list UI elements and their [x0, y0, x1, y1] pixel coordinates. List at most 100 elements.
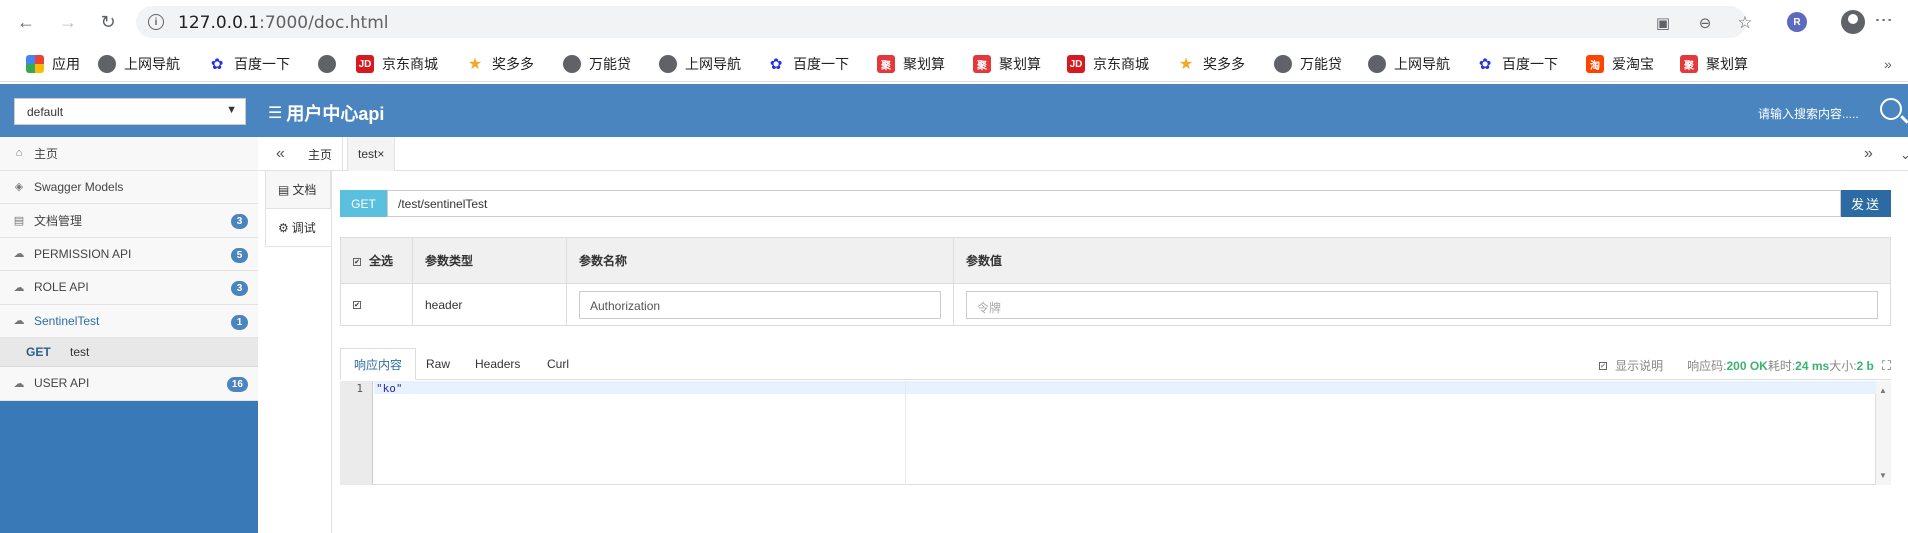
juhuasuan-icon: 聚	[877, 55, 895, 73]
site-info-icon[interactable]: i	[148, 14, 164, 30]
param-name-input[interactable]: Authorization	[579, 290, 941, 319]
bookmark-label: 上网导航	[1394, 56, 1450, 72]
tab-debug-label: 调试	[291, 221, 316, 235]
back-icon[interactable]: ←	[14, 10, 38, 34]
params-table: ✔ 全选 参数类型 参数名称 参数值 ✔ header Authorization…	[340, 237, 1891, 326]
param-type-cell: header	[412, 283, 567, 326]
sidebar-sub-item-test[interactable]: GET test	[0, 338, 258, 367]
response-editor[interactable]: 1 "ko"	[340, 381, 1876, 485]
bookmark-item[interactable]: ★ 奖多多	[466, 54, 534, 74]
method-badge: GET	[340, 190, 387, 217]
sidebar-item[interactable]: ▤ 文档管理 3	[0, 204, 258, 238]
search-input[interactable]: 请输入搜索内容.....	[1758, 105, 1859, 122]
url-path: :7000/doc.html	[259, 13, 389, 33]
select-all-checkbox[interactable]: ✔	[353, 257, 361, 266]
tab-raw[interactable]: Raw	[413, 348, 463, 380]
address-bar[interactable]: i 127.0.0.1:7000/doc.html ▣ ⊖ ☆	[136, 6, 1753, 38]
tab-doc-label: 文档	[292, 183, 317, 197]
baidu-paw-icon: ✿	[1478, 56, 1492, 73]
print-margin	[905, 381, 906, 485]
tab-test[interactable]: test ×	[347, 137, 396, 171]
param-value-cell: 令牌	[953, 283, 1891, 326]
sidebar-item-label: ROLE API	[34, 280, 89, 295]
sidebar-item[interactable]: ☁ ROLE API 3	[0, 271, 258, 305]
profile-avatar-icon[interactable]	[1841, 10, 1865, 34]
group-select[interactable]: default ▼	[14, 98, 246, 125]
show-desc-checkbox[interactable]: ✔	[1599, 361, 1608, 370]
sidebar-item-label: Swagger Models	[34, 179, 124, 194]
baidu-paw-icon: ✿	[769, 56, 783, 73]
editor-scrollbar[interactable]: ▲ ▼	[1876, 381, 1891, 485]
bookmark-label: 万能贷	[1300, 56, 1342, 72]
line-number: 1	[356, 382, 363, 395]
request-url-field[interactable]: /test/sentinelTest	[387, 190, 1841, 217]
bookmark-item[interactable]: 聚聚划算	[973, 54, 1041, 74]
juhuasuan-icon: 聚	[1680, 55, 1698, 73]
sidebar-item[interactable]: ☁ USER API 16	[0, 367, 258, 401]
sidebar-item[interactable]: ◈ Swagger Models	[0, 170, 258, 204]
tab-debug[interactable]: ⚙ 调试	[265, 209, 331, 247]
bookmark-label: 爱淘宝	[1612, 56, 1654, 72]
zoom-icon[interactable]: ⊖	[1696, 14, 1714, 32]
bookmark-item[interactable]: ✿ 百度一下	[1476, 54, 1558, 74]
bookmark-star-icon[interactable]: ☆	[1736, 13, 1754, 32]
count-badge: 5	[231, 247, 248, 263]
tab-doc[interactable]: ▤ 文档	[265, 171, 331, 209]
translate-icon[interactable]: ▣	[1654, 14, 1672, 32]
tab-home[interactable]: 主页	[298, 137, 344, 171]
bookmark-item[interactable]: 淘爱淘宝	[1586, 54, 1654, 74]
tab-headers[interactable]: Headers	[462, 348, 533, 380]
bookmark-item[interactable]: ✿ 百度一下	[767, 54, 849, 74]
bookmark-item[interactable]: 应用	[26, 54, 80, 74]
tab-response-content[interactable]: 响应内容	[340, 348, 417, 380]
tabs-scroll-right-icon[interactable]: »	[1864, 145, 1873, 163]
bookmark-item[interactable]: 万能贷	[563, 54, 631, 74]
select-all-header[interactable]: ✔ 全选	[340, 237, 413, 284]
bookmark-item[interactable]: 聚聚划算	[1680, 54, 1748, 74]
bookmark-label: 聚划算	[903, 56, 945, 72]
url-text[interactable]: 127.0.0.1:7000/doc.html	[178, 13, 389, 33]
request-line: GET /test/sentinelTest 发送	[340, 190, 1891, 217]
close-icon[interactable]: ×	[377, 147, 384, 161]
param-value-input[interactable]: 令牌	[966, 290, 1878, 319]
bookmark-label: 奖多多	[492, 56, 534, 72]
scroll-up-icon[interactable]: ▲	[1879, 386, 1887, 395]
apps-grid-icon	[26, 55, 44, 73]
debug-icon: ⚙	[278, 220, 289, 235]
response-meta: ✔ 显示说明 响应码: 200 OK 耗时: 24 ms 大小: 2 b ⛶	[1599, 357, 1891, 374]
reload-icon[interactable]: ↻	[96, 10, 120, 34]
bookmark-item[interactable]: 上网导航	[659, 54, 741, 74]
bookmark-item[interactable]: ★ 奖多多	[1177, 54, 1245, 74]
bookmark-item[interactable]: 聚聚划算	[877, 54, 945, 74]
sidebar-menu: ⌂ 主页 ◈ Swagger Models ▤ 文档管理 3 ☁ PERMISSION API 5…	[0, 137, 258, 401]
extension-icon[interactable]: R	[1787, 12, 1807, 32]
bookmark-item[interactable]: ✿ 百度一下	[208, 54, 290, 74]
menu-dots-icon[interactable]: ⋮	[1874, 11, 1894, 29]
bookmark-item[interactable]: 上网导航	[1368, 54, 1450, 74]
bookmark-item[interactable]: JD 京东商城	[356, 54, 438, 74]
bookmark-item[interactable]: JD 京东商城	[1067, 54, 1149, 74]
response-body: "ko"	[376, 382, 403, 395]
bookmark-label: 聚划算	[999, 56, 1041, 72]
forward-icon[interactable]: →	[56, 10, 80, 34]
count-badge: 3	[231, 281, 248, 296]
tabs-dropdown-icon[interactable]: ⌄	[1900, 147, 1908, 163]
globe-icon	[1368, 55, 1386, 73]
sidebar-item-label: PERMISSION API	[34, 246, 132, 261]
bookmark-item[interactable]: 万能贷	[1274, 54, 1342, 74]
fullscreen-icon[interactable]: ⛶	[1882, 358, 1891, 374]
search-icon[interactable]	[1880, 98, 1902, 120]
globe-icon	[563, 55, 581, 73]
sidebar-item[interactable]: ⌂ 主页	[0, 137, 258, 171]
bookmark-item[interactable]	[318, 54, 344, 74]
sidebar-item[interactable]: ☁ PERMISSION API 5	[0, 237, 258, 271]
tabs-scroll-left-icon[interactable]: «	[276, 145, 285, 163]
sidebar-item[interactable]: ☁ SentinelTest 1	[0, 304, 258, 338]
send-button[interactable]: 发送	[1841, 190, 1891, 217]
cloud-icon: ☁	[13, 315, 25, 328]
bookmark-item[interactable]: 上网导航	[98, 54, 180, 74]
row-checkbox[interactable]: ✔	[353, 301, 361, 310]
scroll-down-icon[interactable]: ▼	[1879, 471, 1887, 480]
tab-curl[interactable]: Curl	[534, 348, 582, 380]
bookmarks-more-icon[interactable]: »	[1884, 56, 1892, 72]
